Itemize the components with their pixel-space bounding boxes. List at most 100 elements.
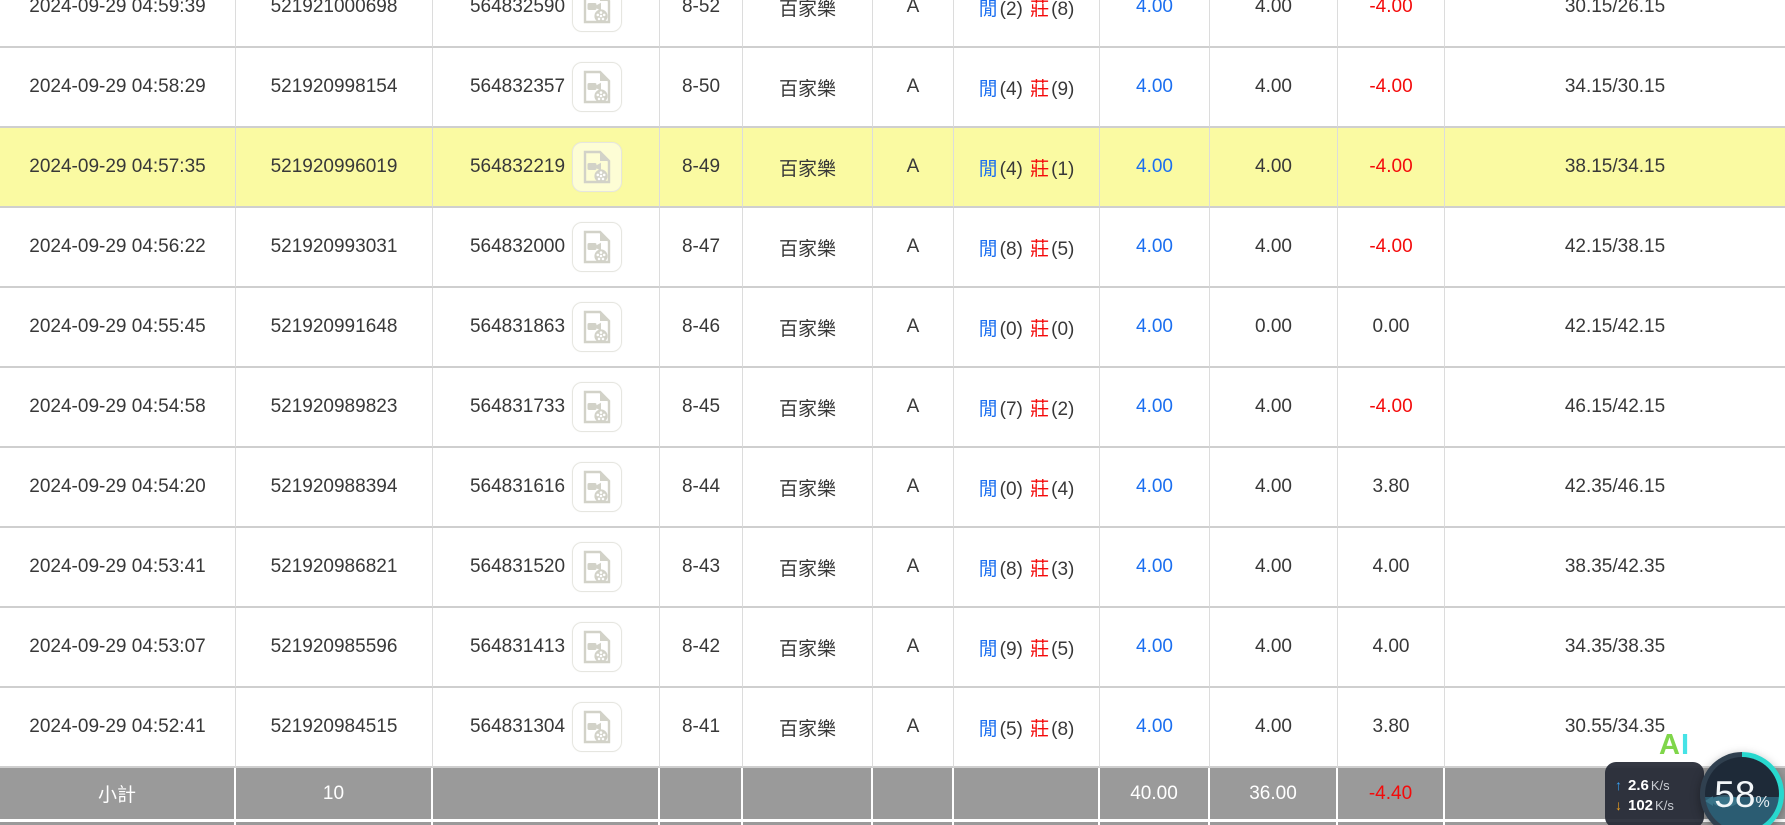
result-cell: 閒 (8) 莊 (5) (954, 208, 1100, 288)
bet-id-cell: 521920988394 (236, 448, 433, 528)
winloss-value: -4.00 (1369, 156, 1413, 177)
download-arrow-icon: ↓ (1615, 796, 1622, 813)
valid-amount-cell: 4.00 (1210, 368, 1338, 448)
history-table-body: 2024-09-29 04:59:39 521921000698 5648325… (0, 0, 1785, 768)
winloss-value: 0.00 (1372, 316, 1410, 337)
video-replay-button[interactable] (572, 622, 623, 672)
bet-amount-link[interactable]: 4.00 (1136, 716, 1173, 737)
table-round: 8-41 (681, 716, 721, 737)
bet-amount-link[interactable]: 4.00 (1136, 476, 1173, 497)
player-result-label: 閒 (978, 718, 998, 740)
video-replay-button[interactable] (572, 0, 623, 32)
valid-amount-cell: 4.00 (1210, 448, 1338, 528)
bet-id: 521920985596 (270, 636, 398, 657)
game-id-cell: 564831520 (433, 528, 660, 608)
game-id-cell: 564831304 (433, 688, 660, 768)
subtotal-valid-cell: 36.00 (1210, 768, 1338, 822)
valid-amount: 0.00 (1255, 316, 1292, 337)
banker-result-score: (0) (1051, 318, 1075, 340)
bet-amount-link[interactable]: 4.00 (1136, 236, 1173, 257)
subtotal-count-cell: 10 (236, 768, 433, 822)
game-type: 百家樂 (778, 238, 836, 260)
video-replay-button[interactable] (572, 222, 623, 272)
balance-cell: 38.35/42.35 (1445, 528, 1785, 608)
video-replay-button[interactable] (572, 382, 623, 432)
seat-cell: A (873, 48, 954, 128)
table-row: 2024-09-29 04:58:29 521920998154 5648323… (0, 48, 1785, 128)
valid-amount-cell: 4.00 (1210, 608, 1338, 688)
video-replay-button[interactable] (572, 462, 623, 512)
game-id-cell: 564832357 (433, 48, 660, 128)
player-result-label: 閒 (978, 398, 998, 420)
table-round-cell: 8-49 (660, 128, 743, 208)
player-result-label: 閒 (978, 158, 998, 180)
game-id: 564832000 (469, 236, 566, 257)
table-round-cell: 8-50 (660, 48, 743, 128)
upload-arrow-icon: ↑ (1615, 776, 1622, 793)
bet-history-page: 2024-09-29 04:59:39 521921000698 5648325… (0, 0, 1785, 825)
player-result-score: (0) (999, 318, 1023, 340)
network-speed-panel[interactable]: ↑ 2.6 K/s ↓ 102 K/s (1605, 762, 1704, 825)
winloss-value: -4.00 (1369, 76, 1413, 97)
balance-cell: 38.15/34.15 (1445, 128, 1785, 208)
bet-time: 2024-09-29 04:54:58 (29, 396, 206, 417)
subtotal-winloss-total: -4.40 (1368, 782, 1413, 804)
seat-label: A (906, 556, 920, 577)
video-replay-button[interactable] (572, 62, 623, 112)
game-id: 564832590 (469, 0, 566, 17)
bet-amount-link[interactable]: 4.00 (1136, 0, 1173, 17)
player-result-score: (9) (999, 638, 1023, 660)
bet-amount-cell: 4.00 (1100, 448, 1210, 528)
seat-cell: A (873, 448, 954, 528)
valid-amount: 4.00 (1255, 76, 1292, 97)
table-round-cell: 8-46 (660, 288, 743, 368)
table-round: 8-43 (681, 556, 721, 577)
seat-label: A (906, 76, 920, 97)
bet-amount-link[interactable]: 4.00 (1136, 156, 1173, 177)
video-replay-button[interactable] (572, 302, 623, 352)
time-cell: 2024-09-29 04:58:29 (0, 48, 236, 128)
video-replay-button[interactable] (572, 142, 623, 192)
game-id: 564831304 (469, 716, 566, 737)
bet-amount-cell: 4.00 (1100, 368, 1210, 448)
time-cell: 2024-09-29 04:54:58 (0, 368, 236, 448)
bet-amount-link[interactable]: 4.00 (1136, 76, 1173, 97)
winloss-value: -4.00 (1369, 236, 1413, 257)
valid-amount: 4.00 (1255, 0, 1292, 17)
upload-speed-value: 2.6 (1628, 776, 1649, 794)
bet-id: 521920991648 (270, 316, 398, 337)
game-type: 百家樂 (778, 638, 836, 660)
game-type: 百家樂 (778, 398, 836, 420)
bet-id-cell: 521920984515 (236, 688, 433, 768)
game-id: 564831413 (469, 636, 566, 657)
player-result-score: (4) (999, 158, 1023, 180)
valid-amount-cell: 0.00 (1210, 288, 1338, 368)
seat-label: A (906, 396, 920, 417)
banker-result-score: (3) (1051, 558, 1075, 580)
banker-result-score: (8) (1051, 0, 1075, 20)
game-id: 564831616 (469, 476, 566, 497)
bet-amount-link[interactable]: 4.00 (1136, 556, 1173, 577)
game-type: 百家樂 (778, 78, 836, 100)
valid-amount: 4.00 (1255, 556, 1292, 577)
winloss-cell: 0.00 (1338, 288, 1445, 368)
bet-amount-link[interactable]: 4.00 (1136, 636, 1173, 657)
bet-amount-cell: 4.00 (1100, 208, 1210, 288)
bet-amount-cell: 4.00 (1100, 608, 1210, 688)
time-cell: 2024-09-29 04:54:20 (0, 448, 236, 528)
bet-amount-link[interactable]: 4.00 (1136, 396, 1173, 417)
video-file-icon (583, 630, 611, 664)
video-replay-button[interactable] (572, 702, 623, 752)
table-row: 2024-09-29 04:56:22 521920993031 5648320… (0, 208, 1785, 288)
download-speed-unit: K/s (1655, 797, 1674, 813)
bet-amount-link[interactable]: 4.00 (1136, 316, 1173, 337)
table-round: 8-42 (681, 636, 721, 657)
upload-speed-row: ↑ 2.6 K/s (1615, 777, 1696, 794)
player-result-score: (0) (999, 478, 1023, 500)
game-type-cell: 百家樂 (743, 48, 873, 128)
game-id: 564832357 (469, 76, 566, 97)
bet-amount-cell: 4.00 (1100, 688, 1210, 768)
balance-value: 42.15/42.15 (1564, 316, 1666, 337)
banker-result-label: 莊 (1030, 238, 1050, 260)
video-replay-button[interactable] (572, 542, 623, 592)
